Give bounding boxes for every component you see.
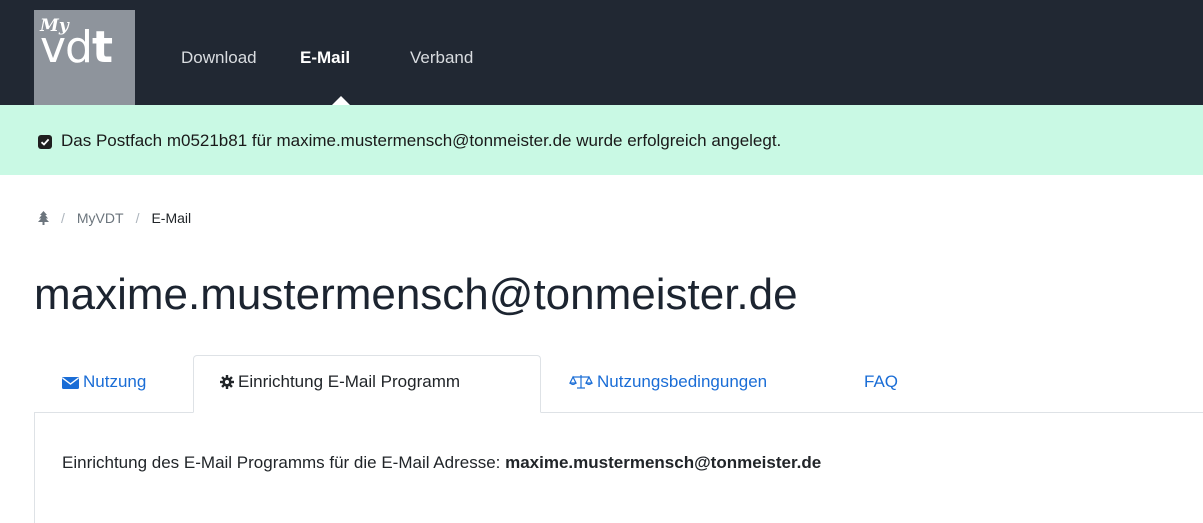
nav-item-verband[interactable]: Verband xyxy=(410,48,473,68)
tab-label: Nutzungsbedingungen xyxy=(597,372,768,391)
tab-label: FAQ xyxy=(864,372,899,391)
breadcrumb-separator: / xyxy=(135,210,140,226)
tab-einrichtung[interactable]: Einrichtung E-Mail Programm xyxy=(193,355,541,413)
breadcrumb: / MyVDT / E-Mail xyxy=(38,210,191,228)
tab-label: Nutzung xyxy=(83,372,147,391)
breadcrumb-separator: / xyxy=(61,210,65,226)
breadcrumb-myvdt[interactable]: MyVDT xyxy=(77,210,124,226)
tab-faq[interactable]: FAQ xyxy=(864,372,898,392)
envelope-icon xyxy=(62,374,79,394)
check-square-icon xyxy=(38,135,52,149)
panel-email: maxime.mustermensch@tonmeister.de xyxy=(505,453,822,472)
myvdt-logo[interactable]: My vdt xyxy=(34,10,135,105)
balance-scale-icon xyxy=(569,374,593,394)
tab-nutzung[interactable]: Nutzung xyxy=(62,372,146,394)
tab-nutzungsbedingungen[interactable]: Nutzungsbedingungen xyxy=(569,372,767,394)
active-nav-caret xyxy=(332,96,350,105)
tab-label: Einrichtung E-Mail Programm xyxy=(238,372,461,391)
nav-item-download[interactable]: Download xyxy=(181,48,257,68)
page-title: maxime.mustermensch@tonmeister.de xyxy=(34,270,798,319)
panel-description: Einrichtung des E-Mail Programms für die… xyxy=(62,453,822,472)
logo-vdt-text: vdt xyxy=(40,22,113,73)
breadcrumb-current: E-Mail xyxy=(151,210,192,226)
gear-icon xyxy=(220,374,234,394)
alert-message: Das Postfach m0521b81 für maxime.musterm… xyxy=(61,131,782,150)
nav-item-email[interactable]: E-Mail xyxy=(300,48,350,68)
top-navbar: My vdt Download E-Mail Verband xyxy=(0,0,1203,105)
tree-icon[interactable] xyxy=(38,211,49,228)
